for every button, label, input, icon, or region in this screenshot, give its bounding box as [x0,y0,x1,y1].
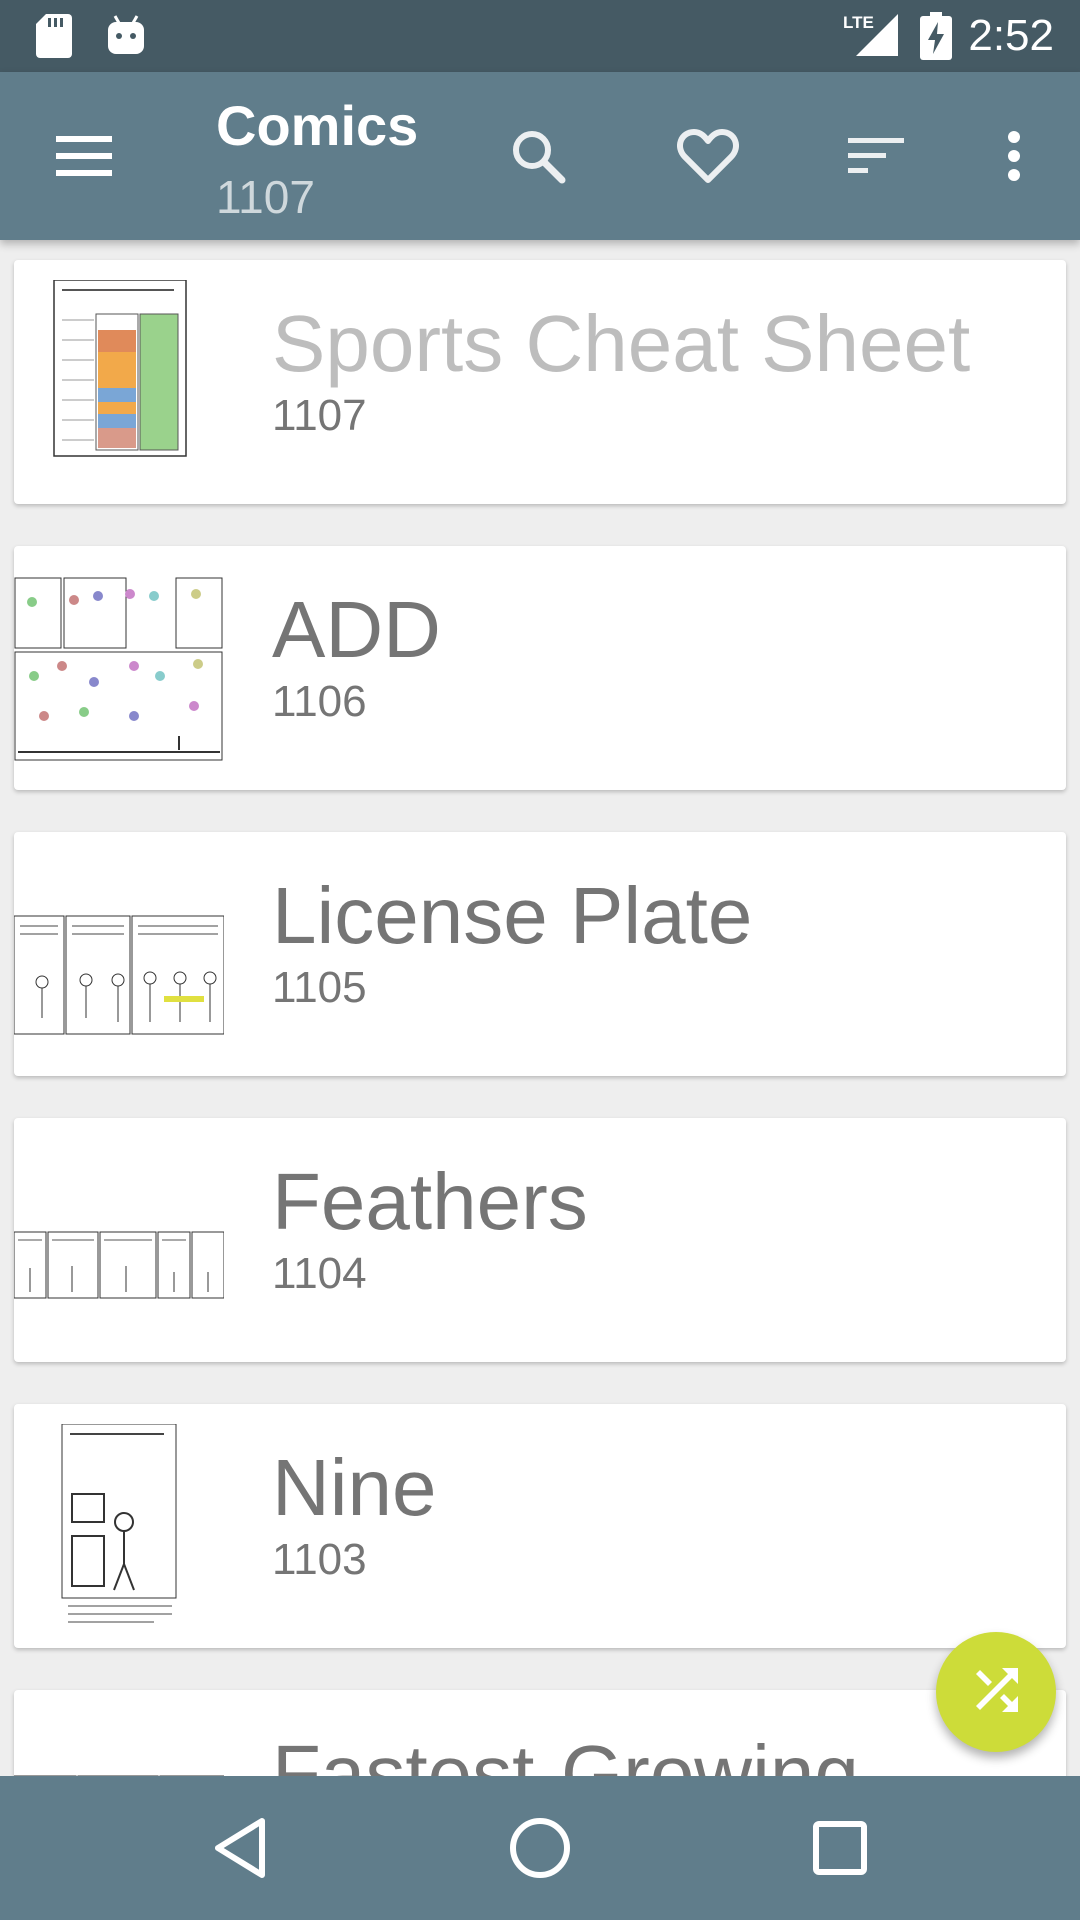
comic-list[interactable]: Sports Cheat Sheet 1107 ADD 1106 License… [0,240,1080,1776]
svg-text:LTE: LTE [843,13,874,32]
sd-card-icon [36,14,72,63]
app-title: Comics [216,94,419,157]
comic-number: 1103 [272,1535,367,1584]
app-bar: Comics 1107 [0,72,1080,240]
favorite-icon[interactable] [658,106,758,206]
android-debug-icon [106,14,146,63]
random-comic-button[interactable] [936,1632,1056,1752]
more-vert-icon[interactable] [964,106,1064,206]
menu-icon[interactable] [34,106,134,206]
sort-icon[interactable] [826,106,926,206]
comic-number: 1105 [272,963,367,1012]
app-subtitle: 1107 [216,171,315,223]
comic-card[interactable]: ADD 1106 [14,546,1066,790]
comic-thumbnail [14,1138,224,1342]
comic-thumbnail [14,566,224,770]
comic-card[interactable]: Fastest-Growing [14,1690,1066,1776]
comic-title: Nine [272,1443,437,1532]
comic-card[interactable]: Feathers 1104 [14,1118,1066,1362]
comic-card[interactable]: Sports Cheat Sheet 1107 [14,260,1066,504]
recents-icon[interactable] [790,1798,890,1898]
back-icon[interactable] [190,1798,290,1898]
comic-title: Sports Cheat Sheet [272,299,971,388]
comic-number: 1106 [272,677,367,726]
comic-title: License Plate [272,871,753,960]
comic-number: 1104 [272,1249,367,1298]
comic-card[interactable]: License Plate 1105 [14,832,1066,1076]
shuffle-icon [970,1664,1022,1721]
comic-title: Feathers [272,1157,588,1246]
comic-thumbnail [14,280,224,484]
comic-thumbnail [14,1710,224,1776]
comic-thumbnail [14,1424,224,1628]
comic-number: 1107 [272,391,367,440]
comic-title: ADD [272,585,441,674]
home-icon[interactable] [490,1798,590,1898]
status-time: 2:52 [968,11,1054,60]
comic-title: Fastest-Growing [272,1729,859,1776]
search-icon[interactable] [488,106,588,206]
status-bar: LTE 2:52 [0,0,1080,72]
battery-charging-icon [920,12,952,65]
lte-signal-icon: LTE [842,10,898,65]
navigation-bar [0,1776,1080,1920]
comic-thumbnail [14,852,224,1056]
comic-card[interactable]: Nine 1103 [14,1404,1066,1648]
